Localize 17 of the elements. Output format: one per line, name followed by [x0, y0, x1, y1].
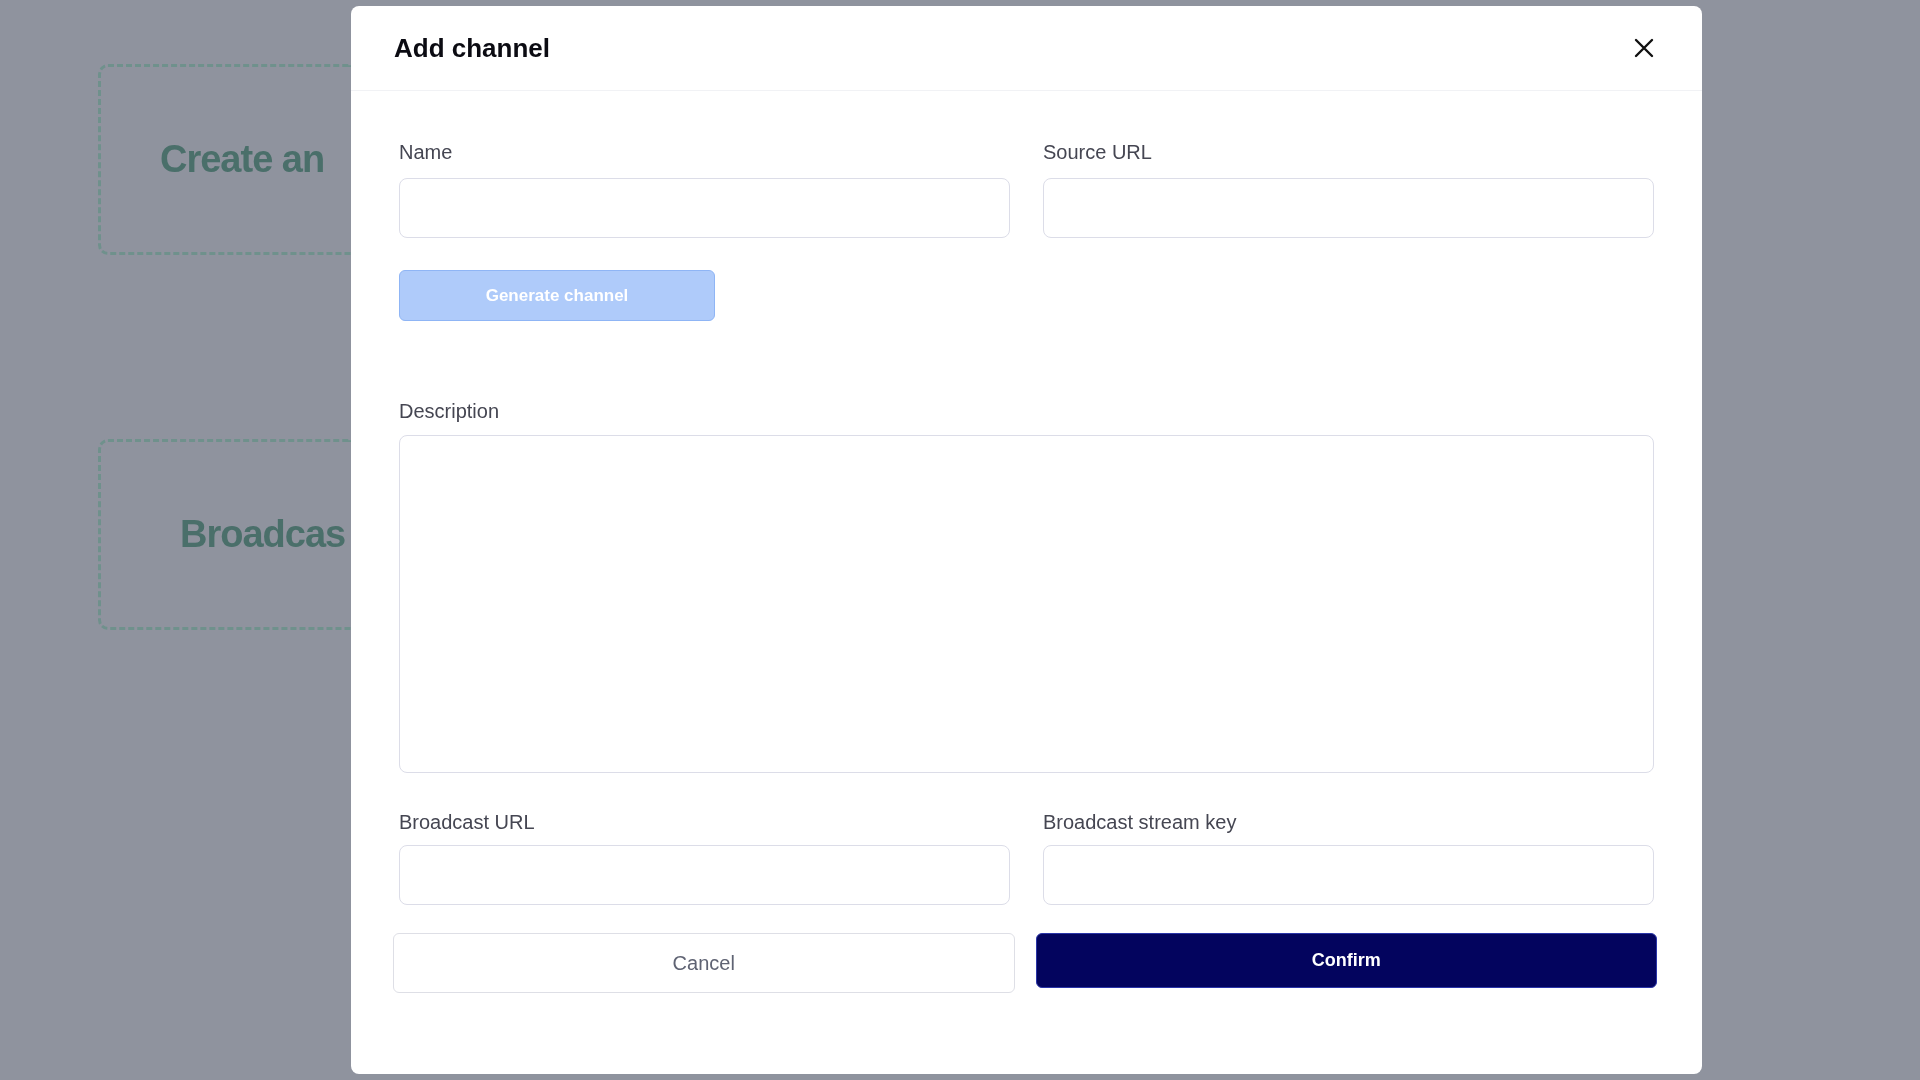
card-title: Create an	[160, 138, 325, 181]
card-title: Broadcas	[180, 513, 346, 556]
close-button[interactable]	[1632, 36, 1656, 60]
source-url-field[interactable]	[1043, 178, 1654, 238]
field-label: Broadcast stream key	[1043, 810, 1237, 834]
broadcast-url-field[interactable]	[399, 845, 1010, 905]
field-label: Description	[399, 399, 500, 423]
stream-key-field[interactable]	[1043, 845, 1654, 905]
name-field[interactable]	[399, 178, 1010, 238]
cancel-button[interactable]: Cancel	[393, 933, 1015, 993]
dialog-title: Add channel	[394, 32, 550, 64]
field-label: Name	[399, 140, 453, 164]
close-icon	[1634, 38, 1654, 58]
description-field[interactable]	[399, 435, 1654, 773]
field-label: Source URL	[1043, 140, 1152, 164]
confirm-button[interactable]: Confirm	[1035, 933, 1657, 988]
field-label: Broadcast URL	[399, 810, 535, 834]
